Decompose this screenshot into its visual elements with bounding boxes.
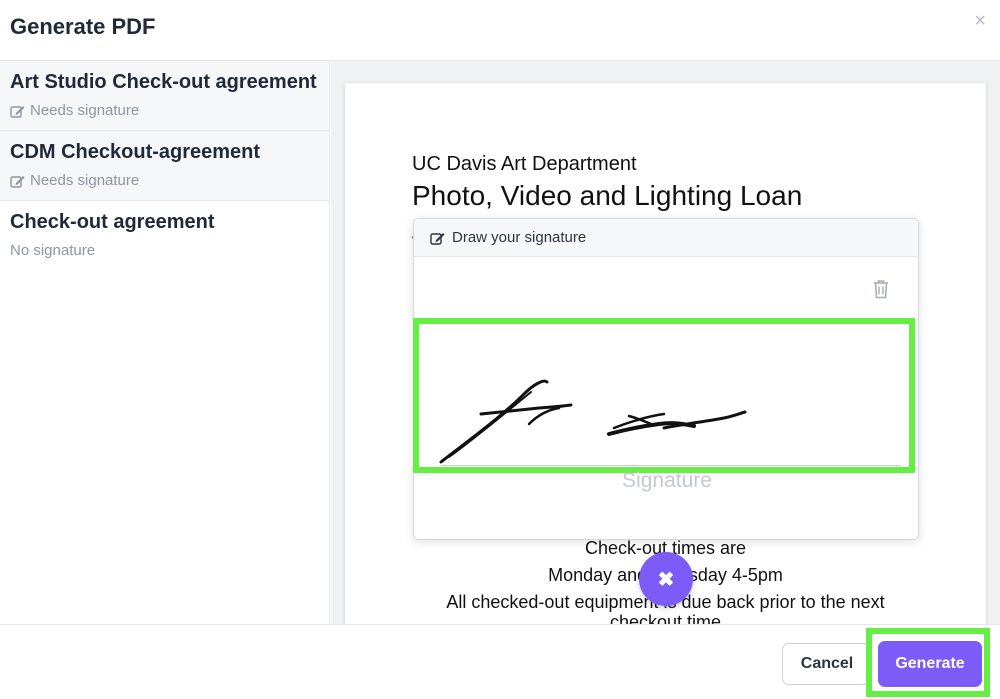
document-list: Art Studio Check-out agreement Needs sig… (0, 61, 330, 624)
document-status: Needs signature (10, 172, 319, 189)
document-status-label: No signature (10, 242, 96, 259)
modal-header: Generate PDF × (0, 0, 1000, 61)
trash-icon[interactable] (872, 279, 890, 299)
edit-icon (430, 232, 445, 245)
preview-title: Photo, Video and Lighting Loan (412, 180, 803, 211)
document-item-checkout[interactable]: Check-out agreement No signature (0, 201, 329, 270)
close-signature-button[interactable]: ✖ (639, 552, 693, 606)
signature-panel-header: Draw your signature (414, 219, 918, 257)
preview-checkout-time: checkout time (609, 612, 722, 624)
signature-drawing (439, 379, 747, 464)
document-status: No signature (10, 242, 319, 259)
document-name: CDM Checkout-agreement (10, 141, 261, 163)
document-item-art-studio[interactable]: Art Studio Check-out agreement Needs sig… (0, 61, 329, 131)
close-icon[interactable]: × (974, 10, 986, 33)
generate-button[interactable]: Generate (878, 641, 982, 687)
document-name: Art Studio Check-out agreement (10, 71, 317, 93)
preview-org: UC Davis Art Department (412, 153, 637, 175)
modal-title: Generate PDF (10, 14, 156, 39)
cancel-button[interactable]: Cancel (782, 643, 872, 685)
modal-footer: Cancel Generate (0, 624, 1000, 699)
signature-panel-title: Draw your signature (452, 229, 587, 246)
edit-icon (10, 175, 25, 188)
signature-caption: Signature (622, 469, 712, 492)
signature-panel: Draw your signature Signature (413, 218, 919, 540)
document-name: Check-out agreement (10, 211, 215, 233)
signature-canvas[interactable] (413, 318, 915, 473)
document-status: Needs signature (10, 102, 319, 119)
document-status-label: Needs signature (30, 102, 140, 119)
document-item-cdm[interactable]: CDM Checkout-agreement Needs signature (0, 131, 329, 201)
edit-icon (10, 105, 25, 118)
signature-baseline (441, 465, 901, 466)
document-status-label: Needs signature (30, 172, 140, 189)
